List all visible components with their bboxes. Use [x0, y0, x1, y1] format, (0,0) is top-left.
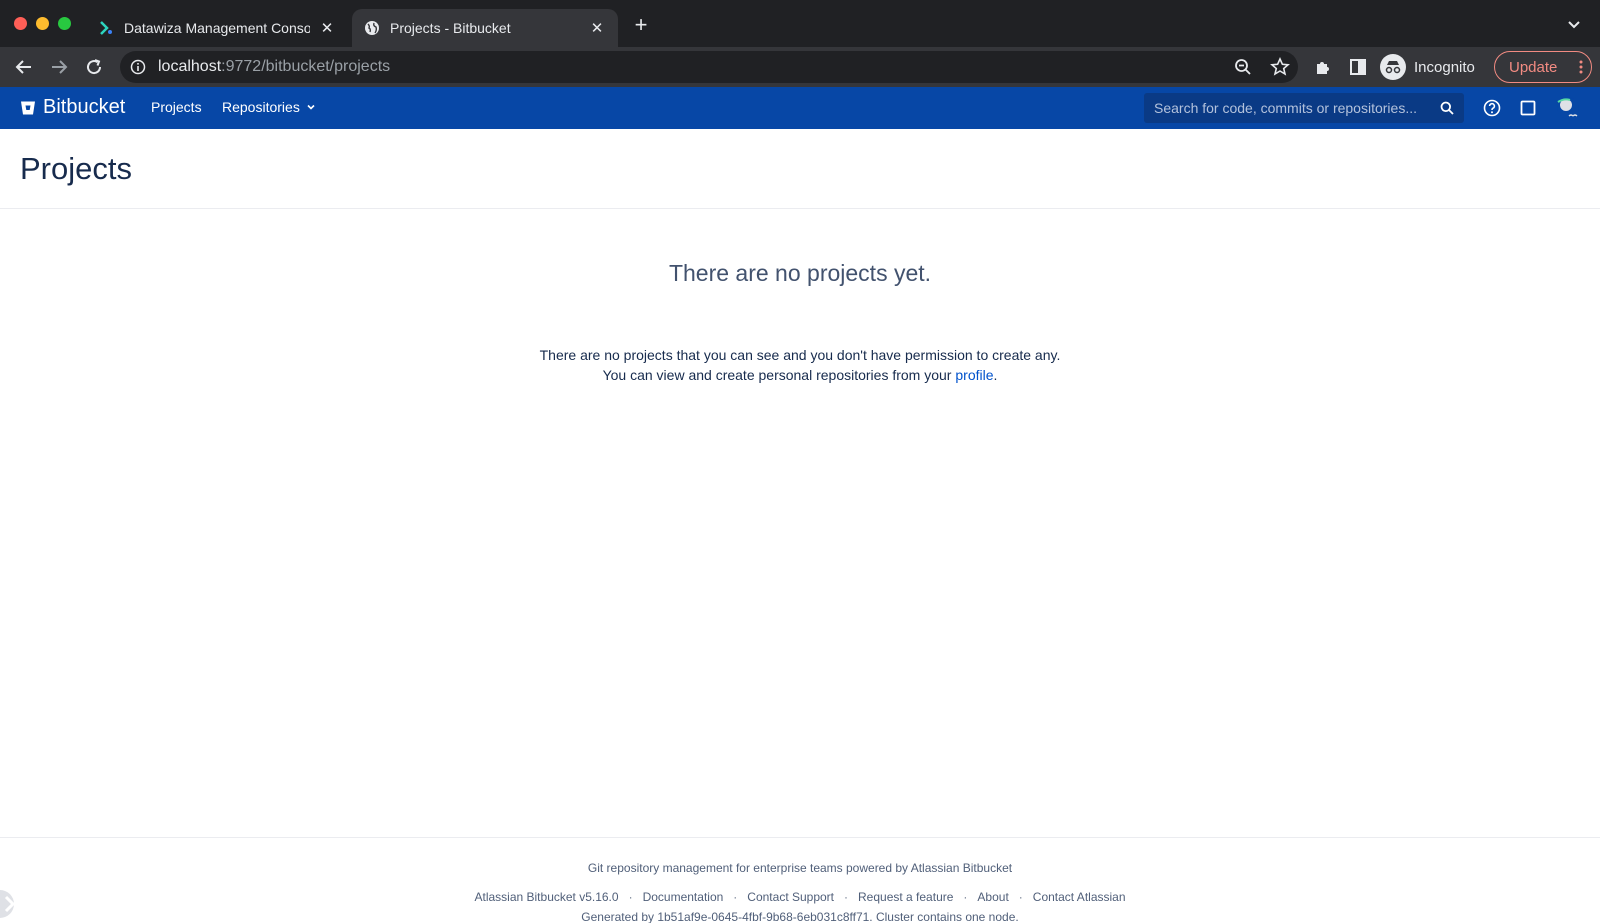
- user-avatar[interactable]: [1556, 96, 1580, 120]
- empty-state-line-2-suffix: .: [993, 367, 998, 383]
- incognito-profile-button[interactable]: Incognito: [1380, 52, 1475, 82]
- footer-link-about[interactable]: About: [977, 890, 1008, 904]
- new-tab-icon[interactable]: +: [630, 14, 652, 36]
- chevron-down-icon[interactable]: [1566, 16, 1582, 32]
- address-bar[interactable]: localhost:9772/bitbucket/projects: [120, 51, 1298, 83]
- page-header: Projects: [0, 129, 1600, 209]
- footer-link-version[interactable]: Atlassian Bitbucket v5.16.0: [474, 890, 618, 904]
- bookmark-star-icon[interactable]: [1270, 57, 1290, 77]
- browser-tab-strip: Datawiza Management Console ✕ Projects -…: [0, 0, 1600, 47]
- url-host: localhost: [158, 58, 222, 75]
- footer-separator: ·: [628, 890, 633, 904]
- tab-title: Datawiza Management Console: [124, 20, 310, 36]
- side-panel-button[interactable]: [1347, 56, 1369, 78]
- bitbucket-logo[interactable]: Bitbucket: [20, 96, 125, 119]
- extensions-button[interactable]: [1312, 56, 1334, 78]
- logo-text: Bitbucket: [43, 96, 126, 118]
- incognito-icon: [1380, 54, 1406, 80]
- sidebar-expand-icon[interactable]: [0, 888, 26, 920]
- footer-link-request-feature[interactable]: Request a feature: [858, 890, 953, 904]
- empty-state-title: There are no projects yet.: [668, 260, 932, 286]
- page-footer: Git repository management for enterprise…: [0, 837, 1600, 923]
- search-input[interactable]: [1144, 93, 1434, 123]
- nav-projects[interactable]: Projects: [151, 99, 202, 115]
- info-icon[interactable]: [130, 59, 146, 75]
- reload-icon: [87, 59, 102, 75]
- empty-state-description: There are no projects that you can see a…: [0, 345, 1600, 385]
- arrow-left-icon: [15, 60, 31, 74]
- nav-repositories[interactable]: Repositories: [222, 99, 316, 115]
- tab-close-icon[interactable]: ✕: [588, 19, 606, 37]
- puzzle-icon: [1317, 62, 1329, 74]
- footer-tagline: Git repository management for enterprise…: [587, 861, 1013, 875]
- empty-state-line-2-text: You can view and create personal reposit…: [602, 367, 956, 383]
- bitbucket-logo-icon: [21, 101, 35, 114]
- back-button[interactable]: [13, 56, 35, 78]
- browser-toolbar: localhost:9772/bitbucket/projects Incogn…: [0, 47, 1600, 87]
- reload-button[interactable]: [83, 56, 105, 78]
- url-text[interactable]: localhost:9772/bitbucket/projects: [158, 58, 390, 76]
- globe-icon: [365, 21, 379, 35]
- footer-link-documentation[interactable]: Documentation: [643, 890, 724, 904]
- empty-state-line-1: There are no projects that you can see a…: [539, 347, 1061, 363]
- forward-button[interactable]: [48, 56, 70, 78]
- help-icon[interactable]: [1482, 98, 1502, 118]
- profile-link[interactable]: profile: [955, 367, 993, 383]
- window-close-button[interactable]: [14, 17, 27, 30]
- code-search-box: [1144, 93, 1464, 123]
- more-vert-icon: [1579, 60, 1583, 74]
- tab-close-icon[interactable]: ✕: [318, 19, 336, 37]
- nav-repositories-label: Repositories: [222, 99, 300, 115]
- empty-state-line-2: You can view and create personal reposit…: [0, 365, 1600, 385]
- page-title: Projects: [20, 151, 132, 186]
- profile-label: Incognito: [1414, 58, 1475, 76]
- bitbucket-header: Bitbucket Projects Repositories: [0, 87, 1600, 129]
- footer-separator: ·: [1018, 890, 1023, 904]
- footer-generated: Generated by 1b51af9e-0645-4fbf-9b68-6eb…: [581, 910, 1019, 923]
- side-panel-icon: [1350, 59, 1366, 75]
- tab-title: Projects - Bitbucket: [390, 20, 511, 36]
- browser-tab-datawiza[interactable]: Datawiza Management Console ✕: [86, 9, 348, 47]
- footer-links: Atlassian Bitbucket v5.16.0 · Documentat…: [0, 890, 1600, 904]
- footer-separator: ·: [733, 890, 738, 904]
- footer-link-contact-atlassian[interactable]: Contact Atlassian: [1033, 890, 1126, 904]
- chevron-down-icon: [307, 104, 315, 110]
- arrow-right-icon: [52, 60, 68, 74]
- zoom-icon[interactable]: [1234, 58, 1252, 76]
- search-icon[interactable]: [1440, 101, 1454, 115]
- footer-separator: ·: [844, 890, 849, 904]
- nav-projects-label: Projects: [151, 99, 202, 115]
- inbox-icon[interactable]: [1518, 98, 1538, 118]
- footer-separator: ·: [963, 890, 968, 904]
- update-label: Update: [1509, 58, 1558, 76]
- datawiza-favicon-icon: [100, 21, 112, 35]
- footer-link-contact-support[interactable]: Contact Support: [747, 890, 834, 904]
- browser-tab-bitbucket[interactable]: Projects - Bitbucket ✕: [352, 9, 618, 47]
- url-path: :9772/bitbucket/projects: [221, 58, 391, 75]
- update-button[interactable]: Update: [1494, 51, 1592, 83]
- window-minimize-button[interactable]: [36, 17, 49, 30]
- window-zoom-button[interactable]: [58, 17, 71, 30]
